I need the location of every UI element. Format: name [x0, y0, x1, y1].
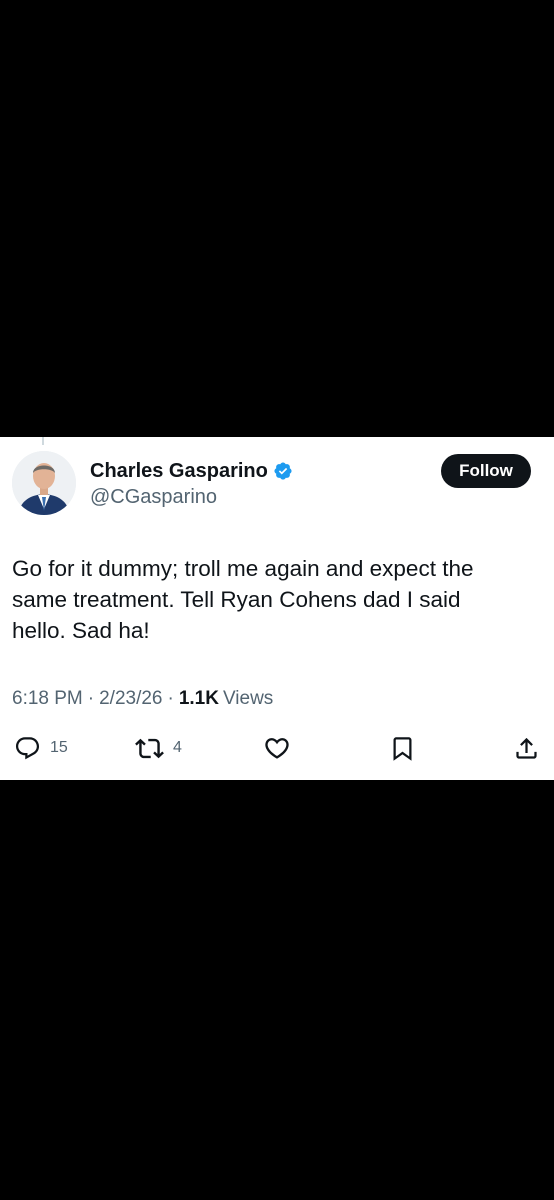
screenshot-page: Charles Gasparino @CGasparino Follow Go …: [0, 0, 554, 1200]
repost-count: 4: [173, 739, 182, 756]
tweet-text-line: hello. Sad ha!: [12, 618, 150, 643]
reply-count: 15: [50, 739, 68, 756]
tweet-time[interactable]: 6:18 PM: [12, 688, 83, 710]
reply-icon: [15, 736, 40, 759]
separator-dot: ·: [87, 688, 95, 709]
author-display-name[interactable]: Charles Gasparino: [90, 460, 268, 483]
tweet-text-line: Go for it dummy; troll me again and expe…: [12, 556, 474, 581]
author-name-row[interactable]: Charles Gasparino: [90, 457, 293, 485]
share-icon: [516, 737, 537, 759]
views-label: Views: [222, 688, 274, 709]
tweet-text-line: same treatment. Tell Ryan Cohens dad I s…: [12, 587, 461, 612]
tweet-card[interactable]: Charles Gasparino @CGasparino Follow Go …: [0, 437, 554, 780]
share-button[interactable]: [513, 734, 540, 762]
tweet-actions-bar: 15 4: [0, 734, 554, 762]
separator-dot: ·: [167, 688, 174, 709]
heart-icon: [265, 738, 289, 759]
reply-button[interactable]: 15: [14, 734, 68, 762]
repost-icon: [135, 738, 164, 758]
tweet-text: Go for it dummy; troll me again and expe…: [12, 553, 540, 646]
verified-badge-icon[interactable]: [273, 461, 293, 481]
repost-button[interactable]: 4: [135, 734, 182, 762]
views-count: 1.1K: [178, 688, 219, 709]
avatar[interactable]: [12, 451, 76, 515]
follow-button[interactable]: Follow: [441, 454, 531, 488]
thread-connector-line: [42, 437, 44, 445]
tweet-metadata: 6:18 PM · 2/23/26 · 1.1K Views: [12, 688, 273, 710]
profile-photo-icon: [12, 451, 76, 515]
tweet-date[interactable]: 2/23/26: [99, 688, 162, 710]
like-button[interactable]: [263, 734, 291, 762]
bookmark-icon: [393, 736, 412, 761]
author-handle[interactable]: @CGasparino: [90, 486, 217, 509]
bookmark-button[interactable]: [389, 734, 416, 762]
